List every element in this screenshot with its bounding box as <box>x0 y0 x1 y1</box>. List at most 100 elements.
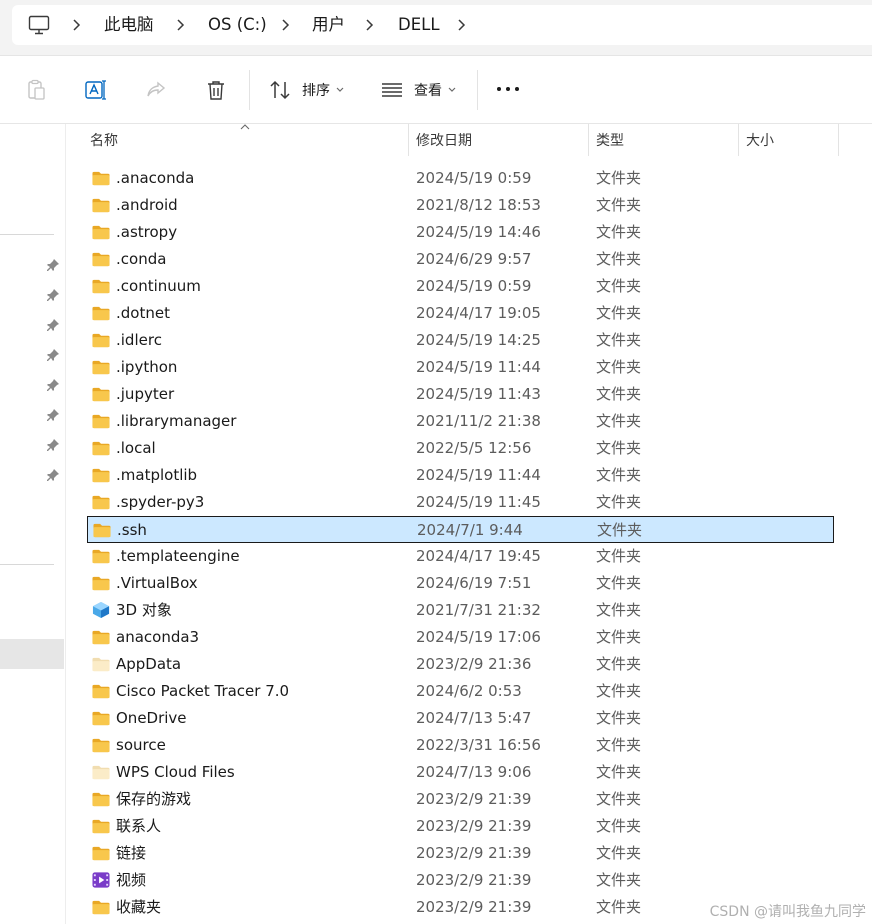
chevron-right-icon[interactable] <box>364 17 376 33</box>
paste-button[interactable] <box>24 76 48 104</box>
file-row[interactable]: .astropy 2024/5/19 14:46 文件夹 <box>87 219 834 246</box>
navigation-pane <box>0 124 66 924</box>
file-type: 文件夹 <box>596 844 642 862</box>
folder-icon <box>92 468 110 483</box>
file-name: .ssh <box>117 521 147 539</box>
nav-divider <box>0 564 54 565</box>
file-modified-date: 2024/5/19 11:44 <box>416 466 541 484</box>
folder-icon <box>92 225 110 240</box>
pin-icon[interactable] <box>46 348 60 362</box>
file-modified-date: 2024/6/19 7:51 <box>416 574 532 592</box>
file-name: 链接 <box>116 844 147 862</box>
more-dots-icon <box>506 87 510 91</box>
chevron-right-icon[interactable] <box>280 17 292 33</box>
pin-icon[interactable] <box>46 408 60 422</box>
breadcrumb-dell[interactable]: DELL <box>398 15 440 35</box>
file-row[interactable]: .spyder-py3 2024/5/19 11:45 文件夹 <box>87 489 834 516</box>
file-row[interactable]: .ipython 2024/5/19 11:44 文件夹 <box>87 354 834 381</box>
pin-icon[interactable] <box>46 438 60 452</box>
folder-icon <box>92 414 110 429</box>
file-name: 视频 <box>116 871 147 889</box>
paste-icon <box>28 79 45 100</box>
pin-icon[interactable] <box>46 318 60 332</box>
file-modified-date: 2024/5/19 14:46 <box>416 223 541 241</box>
file-row[interactable]: source 2022/3/31 16:56 文件夹 <box>87 732 834 759</box>
column-header-type[interactable]: 类型 <box>588 124 738 158</box>
folder-icon <box>92 360 110 375</box>
share-button[interactable] <box>144 76 168 104</box>
file-row[interactable]: 链接 2023/2/9 21:39 文件夹 <box>87 840 834 867</box>
file-row[interactable]: .idlerc 2024/5/19 14:25 文件夹 <box>87 327 834 354</box>
file-name: .matplotlib <box>116 466 198 484</box>
view-button[interactable]: 查看 <box>380 76 456 104</box>
address-bar[interactable]: 此电脑 OS (C:) 用户 DELL <box>12 5 872 45</box>
file-row[interactable]: 视频 2023/2/9 21:39 文件夹 <box>87 867 834 894</box>
file-row[interactable]: WPS Cloud Files 2024/7/13 9:06 文件夹 <box>87 759 834 786</box>
file-row[interactable]: .templateengine 2024/4/17 19:45 文件夹 <box>87 543 834 570</box>
file-type: 文件夹 <box>596 736 642 754</box>
pin-icon[interactable] <box>46 258 60 272</box>
file-type: 文件夹 <box>596 466 642 484</box>
file-modified-date: 2024/5/19 0:59 <box>416 277 532 295</box>
column-header-size[interactable]: 大小 <box>738 124 838 158</box>
folder-icon <box>92 630 110 645</box>
file-row[interactable]: AppData 2023/2/9 21:36 文件夹 <box>87 651 834 678</box>
file-name: 保存的游戏 <box>116 790 192 808</box>
pin-icon[interactable] <box>46 468 60 482</box>
file-row[interactable]: anaconda3 2024/5/19 17:06 文件夹 <box>87 624 834 651</box>
file-name: .VirtualBox <box>116 574 198 592</box>
file-row[interactable]: .ssh 2024/7/1 9:44 文件夹 <box>87 516 834 543</box>
file-row[interactable]: .matplotlib 2024/5/19 11:44 文件夹 <box>87 462 834 489</box>
file-modified-date: 2023/2/9 21:36 <box>416 655 532 673</box>
file-type: 文件夹 <box>596 655 642 673</box>
file-row[interactable]: .librarymanager 2021/11/2 21:38 文件夹 <box>87 408 834 435</box>
file-row[interactable]: 3D 对象 2021/7/31 21:32 文件夹 <box>87 597 834 624</box>
file-row[interactable]: 保存的游戏 2023/2/9 21:39 文件夹 <box>87 786 834 813</box>
rename-icon <box>85 80 106 100</box>
file-modified-date: 2024/5/19 11:43 <box>416 385 541 403</box>
file-modified-date: 2023/2/9 21:39 <box>416 817 532 835</box>
file-type: 文件夹 <box>596 682 642 700</box>
folder-icon <box>92 846 110 861</box>
file-row[interactable]: OneDrive 2024/7/13 5:47 文件夹 <box>87 705 834 732</box>
file-name: .astropy <box>116 223 178 241</box>
folder-icon <box>92 819 110 834</box>
file-modified-date: 2022/3/31 16:56 <box>416 736 541 754</box>
more-options-button[interactable] <box>497 87 521 93</box>
file-type: 文件夹 <box>596 790 642 808</box>
breadcrumb-os-c[interactable]: OS (C:) <box>208 15 267 35</box>
this-pc-icon[interactable] <box>28 15 50 35</box>
file-type: 文件夹 <box>596 439 642 457</box>
file-row[interactable]: .continuum 2024/5/19 0:59 文件夹 <box>87 273 834 300</box>
file-row[interactable]: .dotnet 2024/4/17 19:05 文件夹 <box>87 300 834 327</box>
file-row[interactable]: .local 2022/5/5 12:56 文件夹 <box>87 435 834 462</box>
nav-item-selected[interactable] <box>0 639 64 669</box>
file-type: 文件夹 <box>596 817 642 835</box>
file-row[interactable]: .android 2021/8/12 18:53 文件夹 <box>87 192 834 219</box>
chevron-right-icon[interactable] <box>71 17 83 33</box>
column-header-date[interactable]: 修改日期 <box>408 124 588 158</box>
breadcrumb-users[interactable]: 用户 <box>312 15 345 35</box>
breadcrumb-this-pc[interactable]: 此电脑 <box>104 15 154 35</box>
chevron-right-icon[interactable] <box>175 17 187 33</box>
file-modified-date: 2023/2/9 21:39 <box>416 790 532 808</box>
delete-button[interactable] <box>204 76 228 104</box>
rename-button[interactable] <box>84 76 108 104</box>
file-modified-date: 2024/6/2 0:53 <box>416 682 522 700</box>
file-row[interactable]: .jupyter 2024/5/19 11:43 文件夹 <box>87 381 834 408</box>
pin-icon[interactable] <box>46 288 60 302</box>
column-divider[interactable] <box>838 124 839 156</box>
hidden-folder-icon <box>92 657 110 672</box>
chevron-right-icon[interactable] <box>456 17 468 33</box>
column-header-name[interactable]: 名称 <box>82 124 408 158</box>
file-name: 收藏夹 <box>116 898 162 916</box>
folder-icon <box>92 387 110 402</box>
file-row[interactable]: .conda 2024/6/29 9:57 文件夹 <box>87 246 834 273</box>
pin-icon[interactable] <box>46 378 60 392</box>
file-row[interactable]: Cisco Packet Tracer 7.0 2024/6/2 0:53 文件夹 <box>87 678 834 705</box>
file-row[interactable]: 联系人 2023/2/9 21:39 文件夹 <box>87 813 834 840</box>
file-row[interactable]: .VirtualBox 2024/6/19 7:51 文件夹 <box>87 570 834 597</box>
sort-button[interactable]: 排序 <box>268 76 344 104</box>
file-row[interactable]: .anaconda 2024/5/19 0:59 文件夹 <box>87 165 834 192</box>
folder-icon <box>92 711 110 726</box>
